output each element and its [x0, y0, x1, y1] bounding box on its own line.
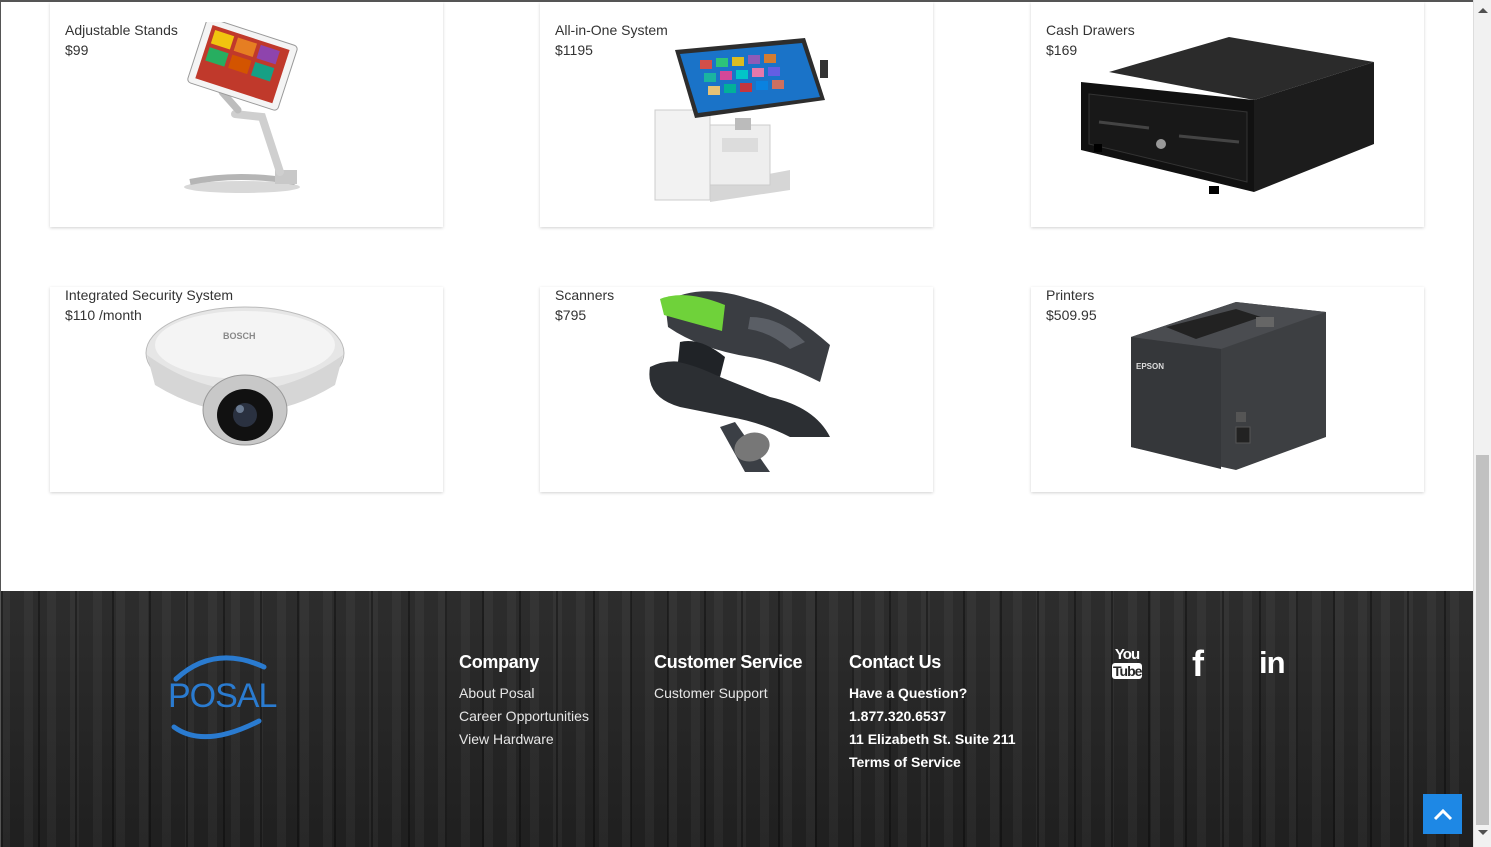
- printer-brand-label: EPSON: [1136, 362, 1164, 371]
- footer-link-customer-support[interactable]: Customer Support: [654, 685, 768, 701]
- barcode-scanner-icon[interactable]: [640, 287, 835, 475]
- posal-logo-text: POSAL: [168, 677, 276, 715]
- product-title[interactable]: Adjustable Stands: [65, 22, 178, 38]
- product-card-adjustable-stands[interactable]: Adjustable Stands $99: [50, 2, 443, 227]
- product-price: $795: [555, 307, 587, 323]
- contact-phone[interactable]: 1.877.320.6537: [849, 708, 946, 724]
- footer-link-hardware[interactable]: View Hardware: [459, 731, 554, 747]
- product-price: $509.95: [1046, 307, 1097, 323]
- youtube-icon-bottom: Tube: [1112, 663, 1142, 679]
- youtube-icon-top: You: [1114, 646, 1140, 663]
- chevron-up-icon: [1433, 808, 1452, 821]
- security-camera-icon[interactable]: BOSCH: [145, 305, 350, 450]
- product-card-scanners[interactable]: Scanners $795: [540, 287, 933, 492]
- product-card-printers[interactable]: Printers $509.95 EPSON: [1031, 287, 1424, 492]
- footer-heading-customer-service: Customer Service: [654, 652, 803, 672]
- product-title[interactable]: Integrated Security System: [65, 287, 233, 303]
- tablet-stand-icon[interactable]: [180, 22, 310, 207]
- scroll-down-arrow-icon[interactable]: [1478, 830, 1488, 835]
- footer-link-terms[interactable]: Terms of Service: [849, 754, 961, 770]
- footer-link-about[interactable]: About Posal: [459, 685, 535, 701]
- product-price: $169: [1046, 42, 1078, 58]
- product-card-cash-drawers[interactable]: Cash Drawers $169: [1031, 2, 1424, 227]
- receipt-printer-icon[interactable]: EPSON: [1126, 287, 1331, 475]
- product-card-all-in-one-system[interactable]: All-in-One System $1195: [540, 2, 933, 227]
- contact-question: Have a Question?: [849, 685, 968, 701]
- scrollbar-thumb[interactable]: [1476, 455, 1489, 825]
- contact-address: 11 Elizabeth St. Suite 211: [849, 731, 1016, 747]
- product-price: $99: [65, 42, 89, 58]
- vertical-scrollbar[interactable]: [1473, 0, 1491, 847]
- page-viewport: Adjustable Stands $99 All-in-One System …: [0, 0, 1473, 847]
- cash-drawer-icon[interactable]: [1079, 32, 1379, 202]
- product-card-integrated-security-system[interactable]: Integrated Security System $110 /month B…: [50, 287, 443, 492]
- site-footer: POSAL Company About Posal Career Opportu…: [1, 591, 1473, 847]
- footer-heading-company: Company: [459, 652, 539, 672]
- back-to-top-button[interactable]: [1423, 794, 1462, 834]
- pos-terminal-icon[interactable]: [650, 30, 830, 205]
- facebook-icon[interactable]: f: [1192, 643, 1204, 685]
- product-price: $110 /month: [65, 307, 142, 323]
- posal-logo[interactable]: POSAL: [164, 649, 279, 744]
- linkedin-icon[interactable]: in: [1259, 645, 1286, 681]
- camera-brand-label: BOSCH: [223, 331, 256, 341]
- scroll-up-arrow-icon[interactable]: [1478, 8, 1488, 13]
- product-price: $1195: [555, 42, 593, 58]
- product-title[interactable]: Printers: [1046, 287, 1094, 303]
- footer-heading-contact: Contact Us: [849, 652, 942, 672]
- footer-link-careers[interactable]: Career Opportunities: [459, 708, 589, 724]
- youtube-icon[interactable]: You Tube: [1112, 647, 1142, 679]
- product-title[interactable]: Scanners: [555, 287, 614, 303]
